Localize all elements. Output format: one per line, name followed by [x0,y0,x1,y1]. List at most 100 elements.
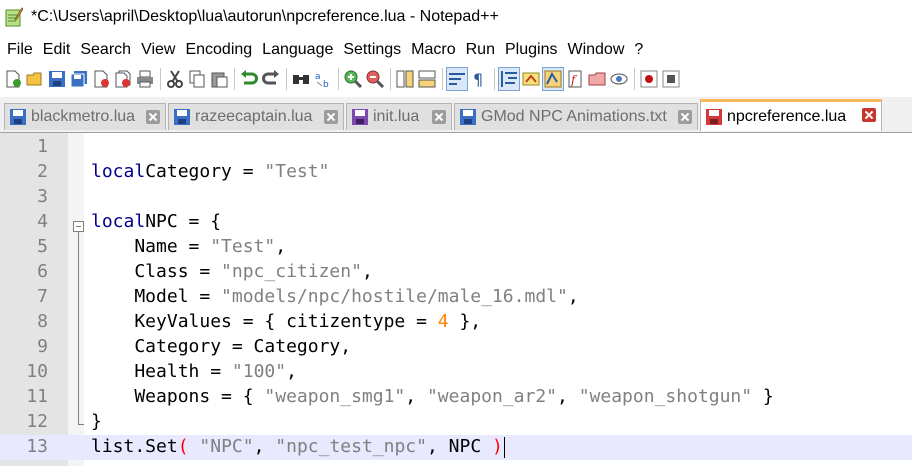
menu-settings[interactable]: Settings [338,41,406,59]
tab-razeecaptain[interactable]: razeecaptain.lua [168,103,344,130]
menu-file[interactable]: File [2,41,38,59]
print-icon[interactable] [135,68,155,90]
code-token: }, [448,311,482,332]
menu-macro[interactable]: Macro [406,41,460,59]
menu-view[interactable]: View [136,41,180,59]
folder-workspace-icon[interactable] [587,68,607,90]
undo-icon[interactable] [239,68,259,90]
menu-window[interactable]: Window [562,41,629,59]
code-text: localCategory = "Test" [91,161,329,182]
code-line[interactable]: 10 Health = "100", [0,360,912,385]
code-line[interactable]: 12} [0,410,912,435]
code-line[interactable]: 1 [0,135,912,160]
code-token: , [275,236,287,257]
code-token: ) [492,436,503,457]
tab-npcreference[interactable]: npcreference.lua [700,99,882,131]
close-all-icon[interactable] [113,68,133,90]
menu-help[interactable]: ? [629,41,648,59]
tab-label: GMod NPC Animations.txt [481,108,667,125]
monitoring-icon[interactable] [609,68,629,90]
code-line[interactable]: 2 localCategory = "Test" [0,160,912,185]
toolbar-separator [634,68,635,90]
paste-icon[interactable] [209,68,229,90]
line-number: 4 [37,211,48,232]
code-text: Class = "npc_citizen", [91,261,372,282]
open-icon[interactable] [25,68,45,90]
code-text: list.Set( "NPC", "npc_test_npc", NPC ) [91,436,503,457]
cut-icon[interactable] [165,68,185,90]
sync-vertical-icon[interactable] [395,68,415,90]
code-line[interactable]: 7 Model = "models/npc/hostile/male_16.md… [0,285,912,310]
lang-udl-icon[interactable] [521,68,541,90]
saved-file-icon [10,109,26,125]
word-wrap-icon[interactable] [446,67,468,91]
code-text: Category = Category, [91,336,351,357]
code-line[interactable]: 9 Category = Category, [0,335,912,360]
tab-close-icon[interactable] [432,110,446,124]
toolbar-separator [494,68,495,90]
code-editor[interactable]: 1 2 localCategory = "Test" 3 4 localNPC = { 5 … [0,133,912,466]
stop-record-icon[interactable] [661,68,681,90]
code-token: } [91,411,102,432]
code-line[interactable]: 11 Weapons = { "weapon_smg1", "weapon_ar… [0,385,912,410]
zoom-out-icon[interactable] [365,68,385,90]
line-number: 11 [26,386,48,407]
indent-guide-icon[interactable] [498,67,520,91]
tab-init[interactable]: init.lua [346,103,452,130]
redo-icon[interactable] [261,68,281,90]
menu-encoding[interactable]: Encoding [180,41,257,59]
code-token: local [91,211,146,232]
tab-close-icon[interactable] [862,108,876,122]
code-line[interactable]: 3 [0,185,912,210]
doc-map-icon[interactable] [542,67,564,91]
save-icon[interactable] [47,68,67,90]
replace-icon[interactable]: ab [313,68,333,90]
code-token: } [752,386,774,407]
function-list-icon[interactable]: f [565,68,585,90]
code-line[interactable]: 5 Name = "Test", [0,235,912,260]
tab-close-icon[interactable] [678,110,692,124]
saved-file-icon [174,109,190,125]
show-all-chars-icon[interactable]: ¶ [469,68,489,90]
code-text: localNPC = { [91,211,221,232]
tab-blackmetro[interactable]: blackmetro.lua [4,103,166,130]
menu-plugins[interactable]: Plugins [500,41,562,59]
toolbar-separator [442,68,443,90]
code-line[interactable]: 6 Class = "npc_citizen", [0,260,912,285]
save-all-icon[interactable] [69,68,89,90]
tab-close-icon[interactable] [146,110,160,124]
menu-run[interactable]: Run [461,41,500,59]
zoom-in-icon[interactable] [343,68,363,90]
tab-label: razeecaptain.lua [195,108,313,125]
line-number: 10 [26,361,48,382]
notepad-plus-plus-icon [5,7,23,27]
tab-close-icon[interactable] [324,110,338,124]
code-text: Model = "models/npc/hostile/male_16.mdl"… [91,286,578,307]
code-token: Weapons = { [91,386,265,407]
line-number: 3 [37,186,48,207]
tab-gmod-npc-animations[interactable]: GMod NPC Animations.txt [454,103,698,130]
code-token: Model = [91,286,222,307]
text-cursor [504,437,505,458]
menu-edit[interactable]: Edit [38,41,76,59]
line-number: 12 [26,411,48,432]
menu-search[interactable]: Search [75,41,136,59]
code-line[interactable]: 8 KeyValues = { citizentype = 4 }, [0,310,912,335]
sync-horizontal-icon[interactable] [417,68,437,90]
code-token: , [253,436,276,457]
toolbar-separator [338,68,339,90]
code-line[interactable]: 13 list.Set( "NPC", "npc_test_npc", NPC ) [0,435,912,460]
copy-icon[interactable] [187,68,207,90]
new-icon[interactable] [3,68,23,90]
code-line[interactable]: 4 localNPC = { [0,210,912,235]
code-token: Name = [91,236,211,257]
menu-language[interactable]: Language [257,41,338,59]
fold-toggle-icon[interactable] [73,221,84,232]
code-token: 4 [437,311,449,332]
close-icon[interactable] [91,68,111,90]
find-icon[interactable] [291,68,311,90]
record-macro-icon[interactable] [639,68,659,90]
line-number: 2 [37,161,48,182]
code-token: "Test" [210,236,276,257]
